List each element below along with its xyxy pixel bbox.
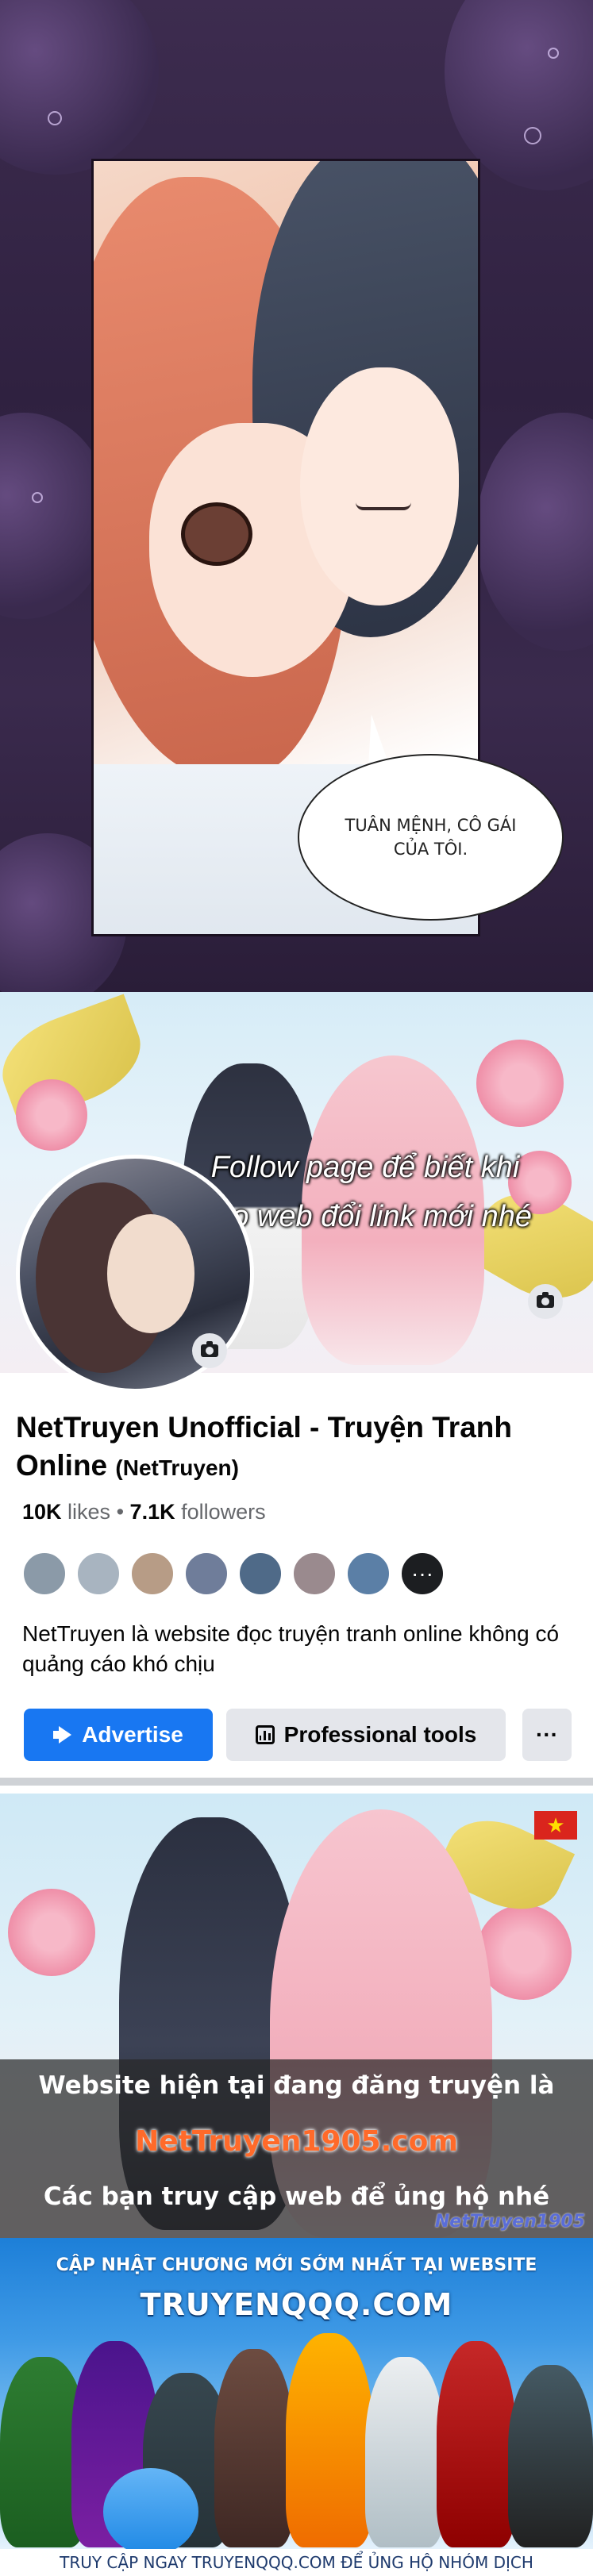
more-icon: ··· bbox=[536, 1722, 558, 1747]
more-options-button[interactable]: ··· bbox=[522, 1709, 572, 1761]
banner-line-1: Website hiện tại đang đăng truyện là bbox=[38, 2071, 555, 2100]
follower-avatar[interactable] bbox=[22, 1551, 67, 1596]
banner-character bbox=[103, 2468, 198, 2555]
more-icon: ··· bbox=[411, 1561, 433, 1586]
advertise-label: Advertise bbox=[82, 1722, 183, 1747]
background-foliage bbox=[0, 0, 159, 175]
facebook-page-card: Follow page để biết khi nào web đổi link… bbox=[0, 992, 593, 1786]
follower-avatar[interactable] bbox=[292, 1551, 337, 1596]
page-title[interactable]: NetTruyen Unofficial - Truyện Tranh Onli… bbox=[16, 1409, 564, 1485]
follower-avatar[interactable] bbox=[130, 1551, 175, 1596]
character-eye bbox=[181, 502, 252, 566]
advertise-button[interactable]: Advertise bbox=[24, 1709, 213, 1761]
qqq-headline: CẬP NHẬT CHƯƠNG MỚI SỚM NHẤT TẠI WEBSITE bbox=[56, 2255, 537, 2275]
professional-tools-label: Professional tools bbox=[283, 1722, 477, 1747]
follower-avatar[interactable] bbox=[346, 1551, 391, 1596]
website-announcement-banner: ★ Website hiện tại đang đăng truyện là N… bbox=[0, 1794, 593, 2238]
avatar-face bbox=[107, 1214, 194, 1333]
banner-flower bbox=[8, 1889, 95, 1976]
banner-character bbox=[365, 2357, 445, 2547]
sparkle bbox=[32, 492, 43, 503]
follower-avatars: ··· bbox=[22, 1551, 445, 1596]
banner-character bbox=[437, 2341, 516, 2547]
sparkle bbox=[524, 127, 541, 144]
banner-character bbox=[286, 2333, 373, 2547]
speech-bubble: TUÂN MỆNH, CÔ GÁI CỦA TÔI. bbox=[298, 754, 564, 921]
qqq-logo: TRUYENQQQ.COM bbox=[140, 2287, 453, 2322]
stats-separator: • bbox=[116, 1500, 130, 1524]
professional-tools-button[interactable]: Professional tools bbox=[226, 1709, 506, 1761]
follower-avatar[interactable] bbox=[238, 1551, 283, 1596]
camera-icon bbox=[201, 1341, 218, 1357]
qqq-footer-text: TRUY CẬP NGAY TRUYENQQQ.COM ĐỂ ỦNG HỘ NH… bbox=[0, 2549, 593, 2576]
followers-count: 7.1K bbox=[129, 1500, 175, 1524]
page-about-text: NetTruyen là website đọc truyện tranh on… bbox=[22, 1621, 560, 1676]
banner-character bbox=[214, 2349, 294, 2547]
page-stats: 10K likes • 7.1K followers bbox=[22, 1500, 266, 1524]
follower-avatar[interactable] bbox=[76, 1551, 121, 1596]
background-foliage bbox=[476, 413, 593, 651]
flag-star: ★ bbox=[546, 1813, 565, 1837]
sparkle bbox=[548, 48, 559, 59]
more-followers-button[interactable]: ··· bbox=[400, 1551, 445, 1596]
megaphone-icon bbox=[53, 1726, 72, 1744]
banner-line-3: Các bạn truy cập web để ủng hộ nhé bbox=[43, 2182, 550, 2211]
character-face bbox=[300, 367, 459, 606]
character-eye-closed bbox=[356, 502, 411, 510]
cover-caption-line1: Follow page để biết khi bbox=[210, 1151, 520, 1184]
camera-icon bbox=[537, 1292, 554, 1308]
page-handle: (NetTruyen) bbox=[115, 1455, 239, 1481]
banner-character bbox=[508, 2365, 593, 2547]
likes-count: 10K bbox=[22, 1500, 62, 1524]
edit-avatar-button[interactable] bbox=[192, 1333, 227, 1368]
manga-panel: TUÂN MỆNH, CÔ GÁI CỦA TÔI. bbox=[0, 0, 593, 992]
followers-label: followers bbox=[181, 1500, 266, 1524]
banner-domain-link[interactable]: NetTruyen1905.com bbox=[0, 2125, 593, 2158]
bar-chart-icon bbox=[255, 1725, 275, 1744]
likes-label: likes bbox=[67, 1500, 111, 1524]
page-name-text: NetTruyen Unofficial - Truyện Tranh Onli… bbox=[16, 1411, 512, 1482]
edit-cover-button[interactable] bbox=[528, 1284, 563, 1319]
truyenqqq-banner[interactable]: CẬP NHẬT CHƯƠNG MỚI SỚM NHẤT TẠI WEBSITE… bbox=[0, 2238, 593, 2576]
banner-flower bbox=[476, 1905, 572, 2000]
follower-avatar[interactable] bbox=[184, 1551, 229, 1596]
speech-bubble-text: TUÂN MỆNH, CÔ GÁI CỦA TÔI. bbox=[345, 815, 517, 859]
cover-flower bbox=[476, 1040, 564, 1127]
vietnam-flag-icon: ★ bbox=[534, 1811, 577, 1840]
sparkle bbox=[48, 111, 62, 125]
cover-flower bbox=[16, 1079, 87, 1151]
section-divider bbox=[0, 1778, 593, 1786]
banner-watermark: NetTruyen1905 bbox=[434, 2212, 585, 2232]
